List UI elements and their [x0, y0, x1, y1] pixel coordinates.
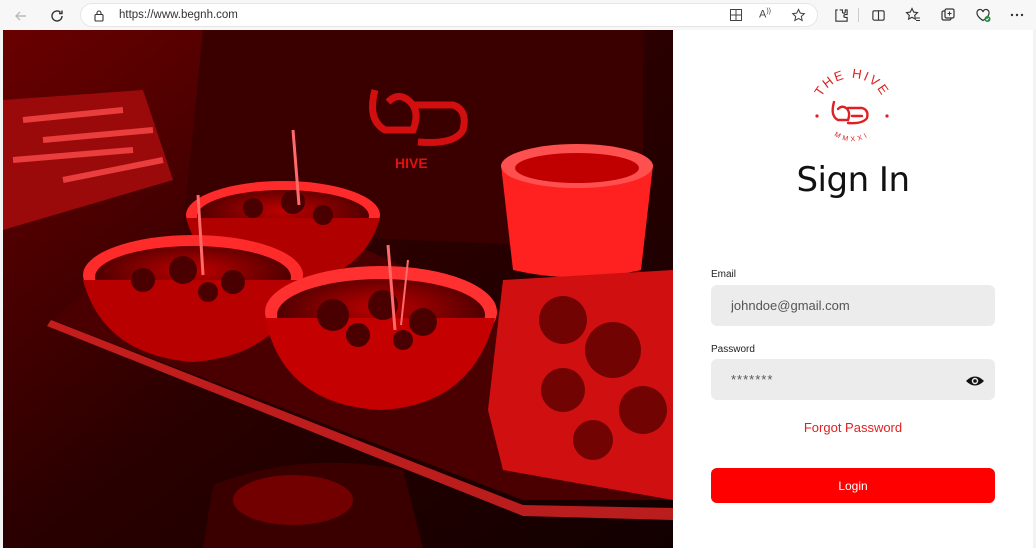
hero-food-photo: HIVE: [3, 30, 673, 548]
forgot-password-link[interactable]: Forgot Password: [673, 420, 1033, 435]
email-label: Email: [711, 269, 737, 280]
show-password-eye-icon[interactable]: [965, 374, 985, 388]
read-aloud-icon[interactable]: A)): [759, 8, 771, 21]
favorites-icon[interactable]: [904, 6, 922, 24]
password-field[interactable]: [711, 359, 995, 400]
svg-text:THE HIVE: THE HIVE: [811, 66, 893, 99]
app-grid-icon[interactable]: [729, 8, 743, 27]
favorite-star-icon[interactable]: [791, 8, 806, 28]
the-hive-logo: THE HIVE MMXXI: [811, 66, 893, 144]
svg-text:HIVE: HIVE: [395, 155, 428, 171]
back-icon[interactable]: [10, 5, 32, 27]
page-title: Sign In: [796, 160, 910, 200]
collections-icon[interactable]: [939, 6, 957, 24]
refresh-icon[interactable]: [46, 5, 68, 27]
svg-text:MMXXI: MMXXI: [833, 131, 871, 143]
address-bar[interactable]: https://www.begnh.com A)): [80, 3, 818, 27]
lock-icon[interactable]: [93, 9, 105, 27]
email-field[interactable]: [711, 285, 995, 326]
page-content: HIVE THE HIVE MMXXI Sign In Email johndo…: [3, 30, 1033, 548]
login-button[interactable]: Login: [711, 468, 995, 503]
browser-essentials-icon[interactable]: [974, 6, 992, 24]
toolbar-divider: [858, 8, 859, 22]
signin-panel: THE HIVE MMXXI Sign In Email Password Fo…: [673, 30, 1033, 548]
extensions-icon[interactable]: [832, 6, 850, 24]
more-icon[interactable]: [1008, 6, 1026, 24]
split-screen-icon[interactable]: [869, 6, 887, 24]
url-text[interactable]: https://www.begnh.com: [119, 9, 238, 21]
password-label: Password: [711, 344, 755, 355]
browser-toolbar: https://www.begnh.com A)): [0, 0, 1036, 30]
